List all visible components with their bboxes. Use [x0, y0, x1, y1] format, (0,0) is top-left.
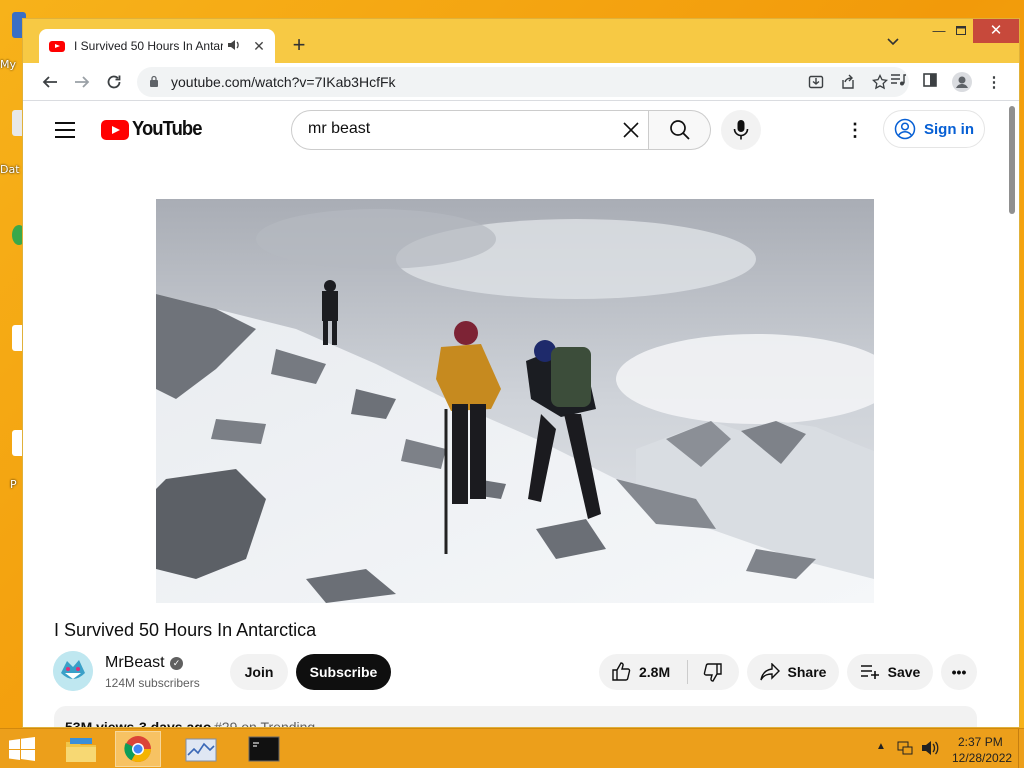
browser-toolbar: youtube.com/watch?v=7IKab3HcfFk ⋮: [23, 63, 1019, 101]
video-player[interactable]: [156, 199, 874, 603]
upload-date: 3 days ago: [139, 719, 212, 728]
description-box[interactable]: 53M views 3 days ago #29 on Trending: [54, 706, 977, 728]
browser-titlebar: I Survived 50 Hours In Antarctica ✕ + — …: [23, 19, 1019, 63]
more-actions-icon[interactable]: •••: [941, 654, 977, 690]
task-manager-icon[interactable]: [178, 731, 224, 767]
youtube-page: YouTube ⋮ Sign in: [23, 102, 1003, 728]
search-button[interactable]: [649, 110, 711, 150]
install-icon[interactable]: [805, 72, 827, 92]
more-options-icon[interactable]: ⋮: [845, 118, 865, 142]
dislike-button[interactable]: [689, 654, 737, 690]
share-label: Share: [787, 664, 827, 680]
new-tab-icon[interactable]: +: [287, 33, 311, 57]
tab-title: I Survived 50 Hours In Antarctica: [74, 39, 224, 53]
like-dislike-group: 2.8M: [599, 654, 739, 690]
subscriber-count: 124M subscribers: [105, 676, 200, 690]
divider: [687, 660, 688, 684]
share-page-icon[interactable]: [837, 72, 859, 92]
network-icon[interactable]: [897, 740, 913, 761]
channel-name[interactable]: MrBeast: [105, 654, 165, 672]
sign-in-label: Sign in: [924, 120, 974, 138]
hamburger-menu-icon[interactable]: [55, 122, 75, 138]
close-window-icon[interactable]: ✕: [973, 19, 1019, 43]
microphone-icon: [733, 120, 749, 140]
subscribe-button[interactable]: Subscribe: [296, 654, 391, 690]
like-button[interactable]: 2.8M: [599, 654, 687, 690]
save-label: Save: [887, 664, 921, 680]
video-frame: [156, 199, 874, 603]
scrollbar-thumb[interactable]: [1009, 106, 1015, 214]
command-prompt-icon[interactable]: [241, 731, 287, 767]
side-panel-icon[interactable]: [919, 72, 941, 94]
thumbs-up-icon: [612, 662, 631, 681]
browser-menu-icon[interactable]: ⋮: [983, 72, 1005, 94]
reload-icon[interactable]: [101, 69, 127, 95]
thumbs-down-icon: [703, 663, 722, 682]
share-button[interactable]: Share: [747, 654, 839, 690]
profile-icon[interactable]: [951, 72, 973, 94]
sign-in-button[interactable]: Sign in: [883, 110, 985, 148]
playlist-add-icon: [860, 665, 879, 679]
desktop-icon-label[interactable]: Dat: [0, 163, 22, 176]
media-control-icon[interactable]: [887, 72, 909, 94]
show-desktop-button[interactable]: [1018, 729, 1024, 768]
like-count: 2.8M: [639, 664, 671, 680]
browser-window: I Survived 50 Hours In Antarctica ✕ + — …: [22, 18, 1020, 728]
search-input[interactable]: [308, 120, 608, 138]
youtube-logo[interactable]: YouTube: [101, 118, 208, 141]
browser-tab[interactable]: I Survived 50 Hours In Antarctica ✕: [39, 29, 275, 63]
trending-rank[interactable]: #29 on Trending: [214, 719, 315, 727]
account-icon: [894, 118, 916, 140]
channel-avatar[interactable]: [53, 651, 93, 691]
voice-search-button[interactable]: [721, 110, 761, 150]
search-box: [291, 110, 649, 150]
save-button[interactable]: Save: [847, 654, 933, 690]
lock-icon[interactable]: [149, 75, 159, 87]
share-arrow-icon: [759, 663, 780, 681]
back-arrow-icon[interactable]: [37, 69, 63, 95]
chrome-taskbar-icon[interactable]: [115, 731, 161, 767]
youtube-wordmark: YouTube: [132, 118, 202, 140]
windows-start-icon[interactable]: [8, 737, 38, 761]
close-tab-icon[interactable]: ✕: [251, 38, 267, 55]
url-text: youtube.com/watch?v=7IKab3HcfFk: [171, 74, 396, 90]
youtube-favicon-icon: [49, 40, 65, 52]
address-bar[interactable]: youtube.com/watch?v=7IKab3HcfFk: [137, 67, 909, 97]
speaker-icon[interactable]: [227, 39, 243, 54]
tray-expand-icon[interactable]: ▲: [876, 741, 886, 752]
clock-date[interactable]: 12/28/2022: [952, 751, 1012, 765]
clock-time[interactable]: 2:37 PM: [958, 735, 1003, 749]
taskbar: ▲ 2:37 PM 12/28/2022: [0, 728, 1024, 768]
file-explorer-icon[interactable]: [58, 731, 104, 767]
desktop-icon-label[interactable]: My: [0, 58, 22, 71]
verified-badge-icon: ✓: [170, 657, 183, 670]
chevron-down-icon[interactable]: [887, 35, 899, 49]
youtube-play-icon: [101, 119, 129, 140]
volume-icon[interactable]: [921, 740, 939, 761]
page-scrollbar[interactable]: [1003, 102, 1019, 727]
search-icon: [670, 120, 690, 140]
clear-search-icon[interactable]: [622, 119, 640, 143]
video-title: I Survived 50 Hours In Antarctica: [54, 620, 317, 640]
view-count: 53M views: [65, 719, 135, 728]
join-button[interactable]: Join: [230, 654, 288, 690]
forward-arrow-icon[interactable]: [69, 69, 95, 95]
